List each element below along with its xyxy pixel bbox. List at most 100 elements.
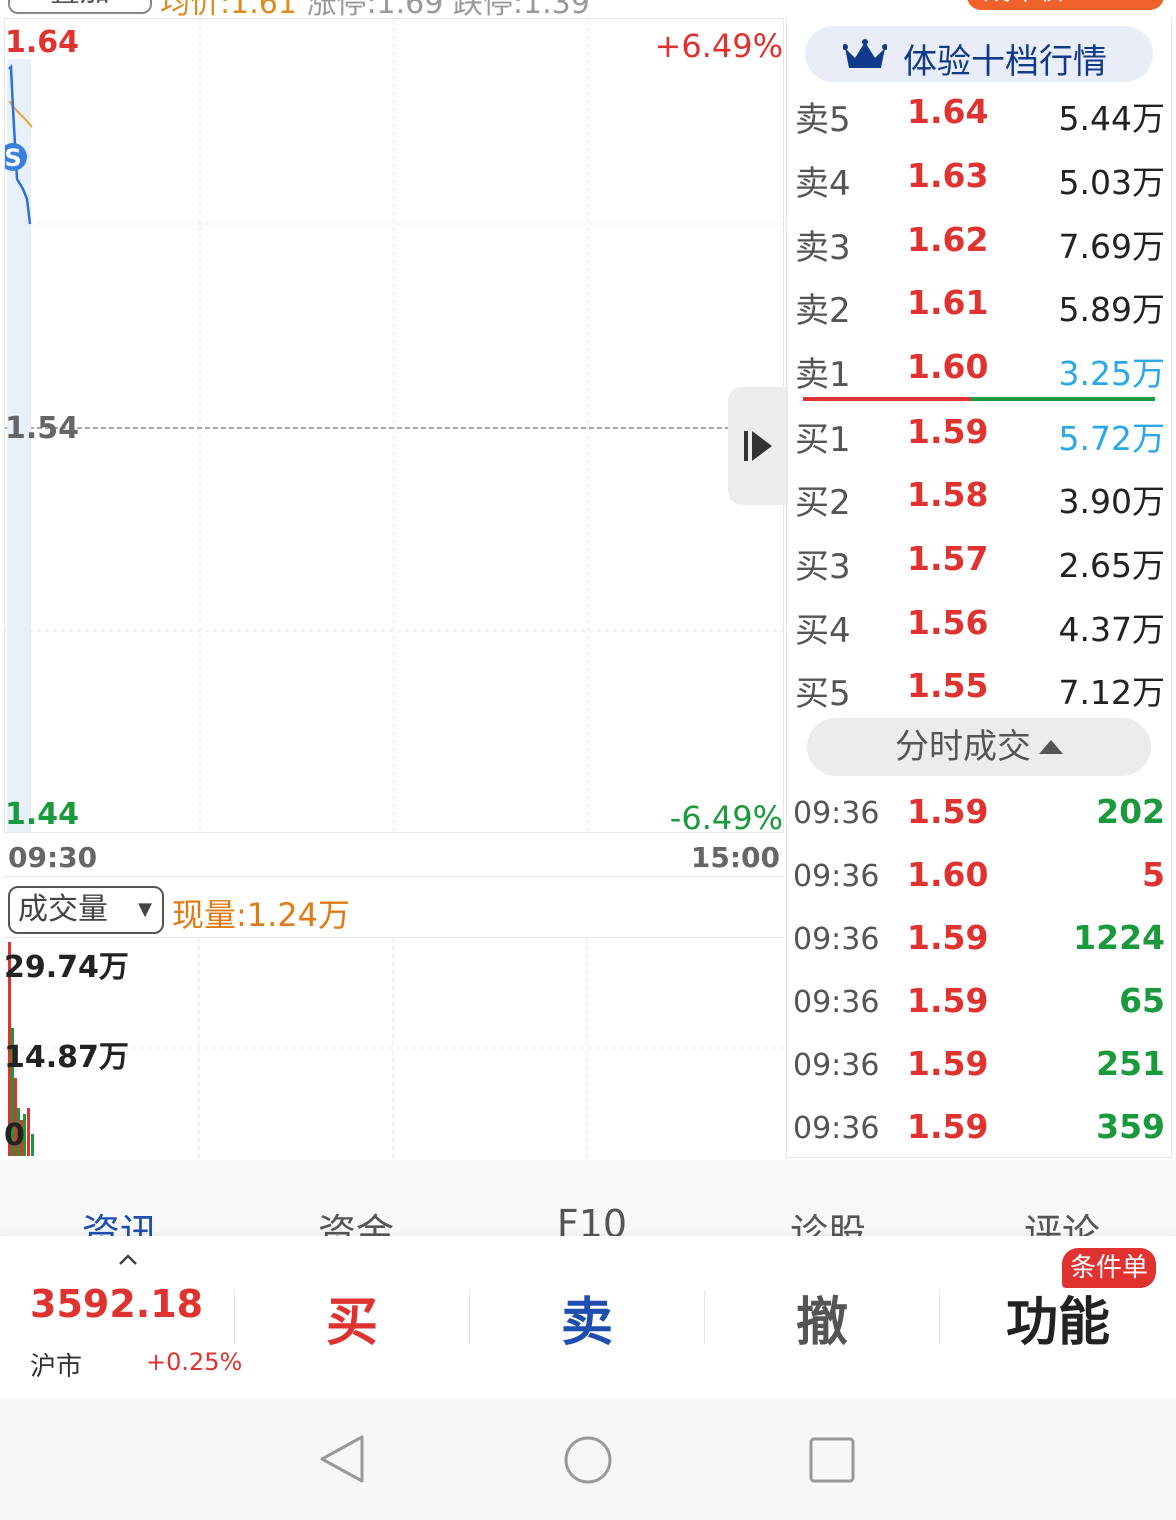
bid-price: 1.59 bbox=[907, 412, 989, 451]
bid-price: 1.55 bbox=[907, 666, 989, 705]
ask-price: 1.62 bbox=[907, 220, 989, 259]
tab-comments[interactable]: 评论 bbox=[992, 1202, 1132, 1236]
recents-icon[interactable] bbox=[808, 1436, 856, 1484]
cost-price-badge[interactable]: 成本价: 2.04 bbox=[967, 0, 1164, 10]
bid-volume: 4.37万 bbox=[1058, 610, 1165, 649]
volume-mid-label: 14.87万 bbox=[4, 1040, 129, 1075]
time-start: 09:30 bbox=[8, 841, 98, 874]
play-arrow-icon bbox=[744, 431, 772, 461]
tick-volume: 1224 bbox=[1073, 918, 1165, 957]
ask-row[interactable]: 卖4 1.63 5.03万 bbox=[795, 146, 1165, 210]
volume-header: 成交量 ▼ 现量:1.24万 bbox=[4, 878, 784, 938]
chevron-up-icon[interactable] bbox=[118, 1252, 138, 1266]
ask-level: 卖4 bbox=[795, 164, 851, 204]
tick-price: 1.59 bbox=[907, 981, 989, 1020]
ask-volume: 3.25万 bbox=[1058, 354, 1165, 393]
bid-level: 买5 bbox=[795, 674, 851, 714]
ask-volume: 7.69万 bbox=[1058, 227, 1165, 266]
top-info-strip: 叠加 均价:1.61 涨停:1.69 跌停:1.39 成本价: 2.04 bbox=[0, 0, 1176, 18]
bid-price: 1.58 bbox=[907, 475, 989, 514]
index-change: +0.25% bbox=[146, 1348, 243, 1376]
ask-volume: 5.44万 bbox=[1058, 99, 1165, 138]
bid-volume: 3.90万 bbox=[1058, 482, 1165, 521]
bid-row[interactable]: 买4 1.56 4.37万 bbox=[795, 593, 1165, 657]
bid-row[interactable]: 买2 1.58 3.90万 bbox=[795, 465, 1165, 529]
price-low-label: 1.44 bbox=[5, 797, 80, 832]
sell-marker-label: S bbox=[5, 144, 22, 172]
back-icon[interactable] bbox=[318, 1434, 366, 1484]
ask-level: 卖1 bbox=[795, 355, 851, 395]
tick-row: 09:36 1.60 5 bbox=[793, 847, 1165, 910]
tick-row: 09:36 1.59 359 bbox=[793, 1099, 1165, 1162]
volume-zero-label: 0 bbox=[4, 1118, 25, 1153]
time-end: 15:00 bbox=[690, 841, 780, 874]
system-nav-bar bbox=[0, 1398, 1176, 1520]
tick-volume: 5 bbox=[1142, 855, 1165, 894]
bid-volume: 7.12万 bbox=[1058, 673, 1165, 712]
tick-row: 09:36 1.59 202 bbox=[793, 784, 1165, 847]
avg-price: 均价:1.61 bbox=[160, 0, 297, 18]
spread-divider-bid bbox=[971, 397, 1155, 401]
sell-button[interactable]: 卖 bbox=[487, 1280, 687, 1355]
ask-price: 1.60 bbox=[907, 347, 989, 386]
tick-price: 1.59 bbox=[907, 918, 989, 957]
bid-level: 买4 bbox=[795, 611, 851, 651]
intraday-chart-canvas: S bbox=[5, 19, 785, 834]
detail-tabs: 资讯 资金 F10 诊股 评论 bbox=[0, 1160, 1176, 1236]
ask-level: 卖5 bbox=[795, 100, 851, 140]
premium-quote-button[interactable]: 体验十档行情 bbox=[805, 26, 1153, 82]
tab-f10[interactable]: F10 bbox=[522, 1202, 662, 1236]
intraday-chart[interactable]: S 1.64 1.54 1.44 +6.49% -6.49% bbox=[4, 18, 788, 837]
ask-row[interactable]: 卖3 1.62 7.69万 bbox=[795, 210, 1165, 274]
overlay-button[interactable]: 叠加 bbox=[8, 0, 152, 14]
ask-price: 1.61 bbox=[907, 283, 989, 322]
home-icon[interactable] bbox=[562, 1434, 614, 1486]
ask-row[interactable]: 卖5 1.64 5.44万 bbox=[795, 82, 1165, 146]
tick-row: 09:36 1.59 1224 bbox=[793, 910, 1165, 973]
tick-time: 09:36 bbox=[793, 1048, 880, 1083]
cancel-order-button[interactable]: 撤 bbox=[722, 1280, 922, 1355]
conditional-order-badge[interactable]: 条件单 bbox=[1062, 1248, 1157, 1288]
volume-chart[interactable]: 29.74万 14.87万 0 bbox=[4, 938, 784, 1158]
premium-quote-label: 体验十档行情 bbox=[903, 42, 1107, 82]
tick-row: 09:36 1.59 251 bbox=[793, 1036, 1165, 1099]
expand-handle[interactable] bbox=[728, 387, 788, 505]
functions-button[interactable]: 功能 bbox=[958, 1280, 1158, 1355]
tick-price: 1.59 bbox=[907, 1044, 989, 1083]
price-mid-label: 1.54 bbox=[5, 411, 80, 446]
tick-volume: 359 bbox=[1096, 1107, 1165, 1146]
bid-level: 买3 bbox=[795, 547, 851, 587]
volume-bar bbox=[27, 1108, 30, 1156]
bid-row[interactable]: 买5 1.55 7.12万 bbox=[795, 656, 1165, 720]
ask-row[interactable]: 卖1 1.60 3.25万 bbox=[795, 337, 1165, 401]
spread-divider-ask bbox=[803, 397, 971, 401]
separator bbox=[704, 1290, 705, 1344]
order-book: 体验十档行情 卖5 1.64 5.44万 卖4 1.63 5.03万 卖3 1.… bbox=[786, 18, 1172, 1158]
indicator-select[interactable]: 成交量 ▼ bbox=[8, 886, 164, 934]
tick-trades-toggle[interactable]: 分时成交 bbox=[807, 718, 1151, 776]
tick-time: 09:36 bbox=[793, 922, 880, 957]
pct-high-label: +6.49% bbox=[654, 27, 783, 65]
trade-action-bar: 3592.18 沪市 +0.25% 买 卖 撤 功能 条件单 bbox=[0, 1236, 1176, 1398]
ask-row[interactable]: 卖2 1.61 5.89万 bbox=[795, 273, 1165, 337]
tab-funds[interactable]: 资金 bbox=[286, 1202, 426, 1236]
tick-time: 09:36 bbox=[793, 985, 880, 1020]
bid-volume: 5.72万 bbox=[1058, 419, 1165, 458]
index-name: 沪市 bbox=[30, 1352, 83, 1382]
bid-row[interactable]: 买3 1.57 2.65万 bbox=[795, 529, 1165, 593]
tick-price: 1.60 bbox=[907, 855, 989, 894]
buy-button[interactable]: 买 bbox=[252, 1280, 452, 1355]
price-high-label: 1.64 bbox=[5, 25, 80, 60]
tab-news[interactable]: 资讯 bbox=[50, 1202, 190, 1236]
separator bbox=[234, 1290, 235, 1344]
ask-volume: 5.03万 bbox=[1058, 163, 1165, 202]
bid-row[interactable]: 买1 1.59 5.72万 bbox=[795, 402, 1165, 466]
bid-level: 买1 bbox=[795, 420, 851, 460]
tick-row: 09:36 1.59 65 bbox=[793, 973, 1165, 1036]
tick-time: 09:36 bbox=[793, 1111, 880, 1146]
pct-low-label: -6.49% bbox=[669, 799, 783, 837]
indicator-select-label: 成交量 bbox=[18, 892, 108, 927]
tab-diagnosis[interactable]: 诊股 bbox=[758, 1202, 898, 1236]
bid-price: 1.57 bbox=[907, 539, 989, 578]
tick-price: 1.59 bbox=[907, 1107, 989, 1146]
